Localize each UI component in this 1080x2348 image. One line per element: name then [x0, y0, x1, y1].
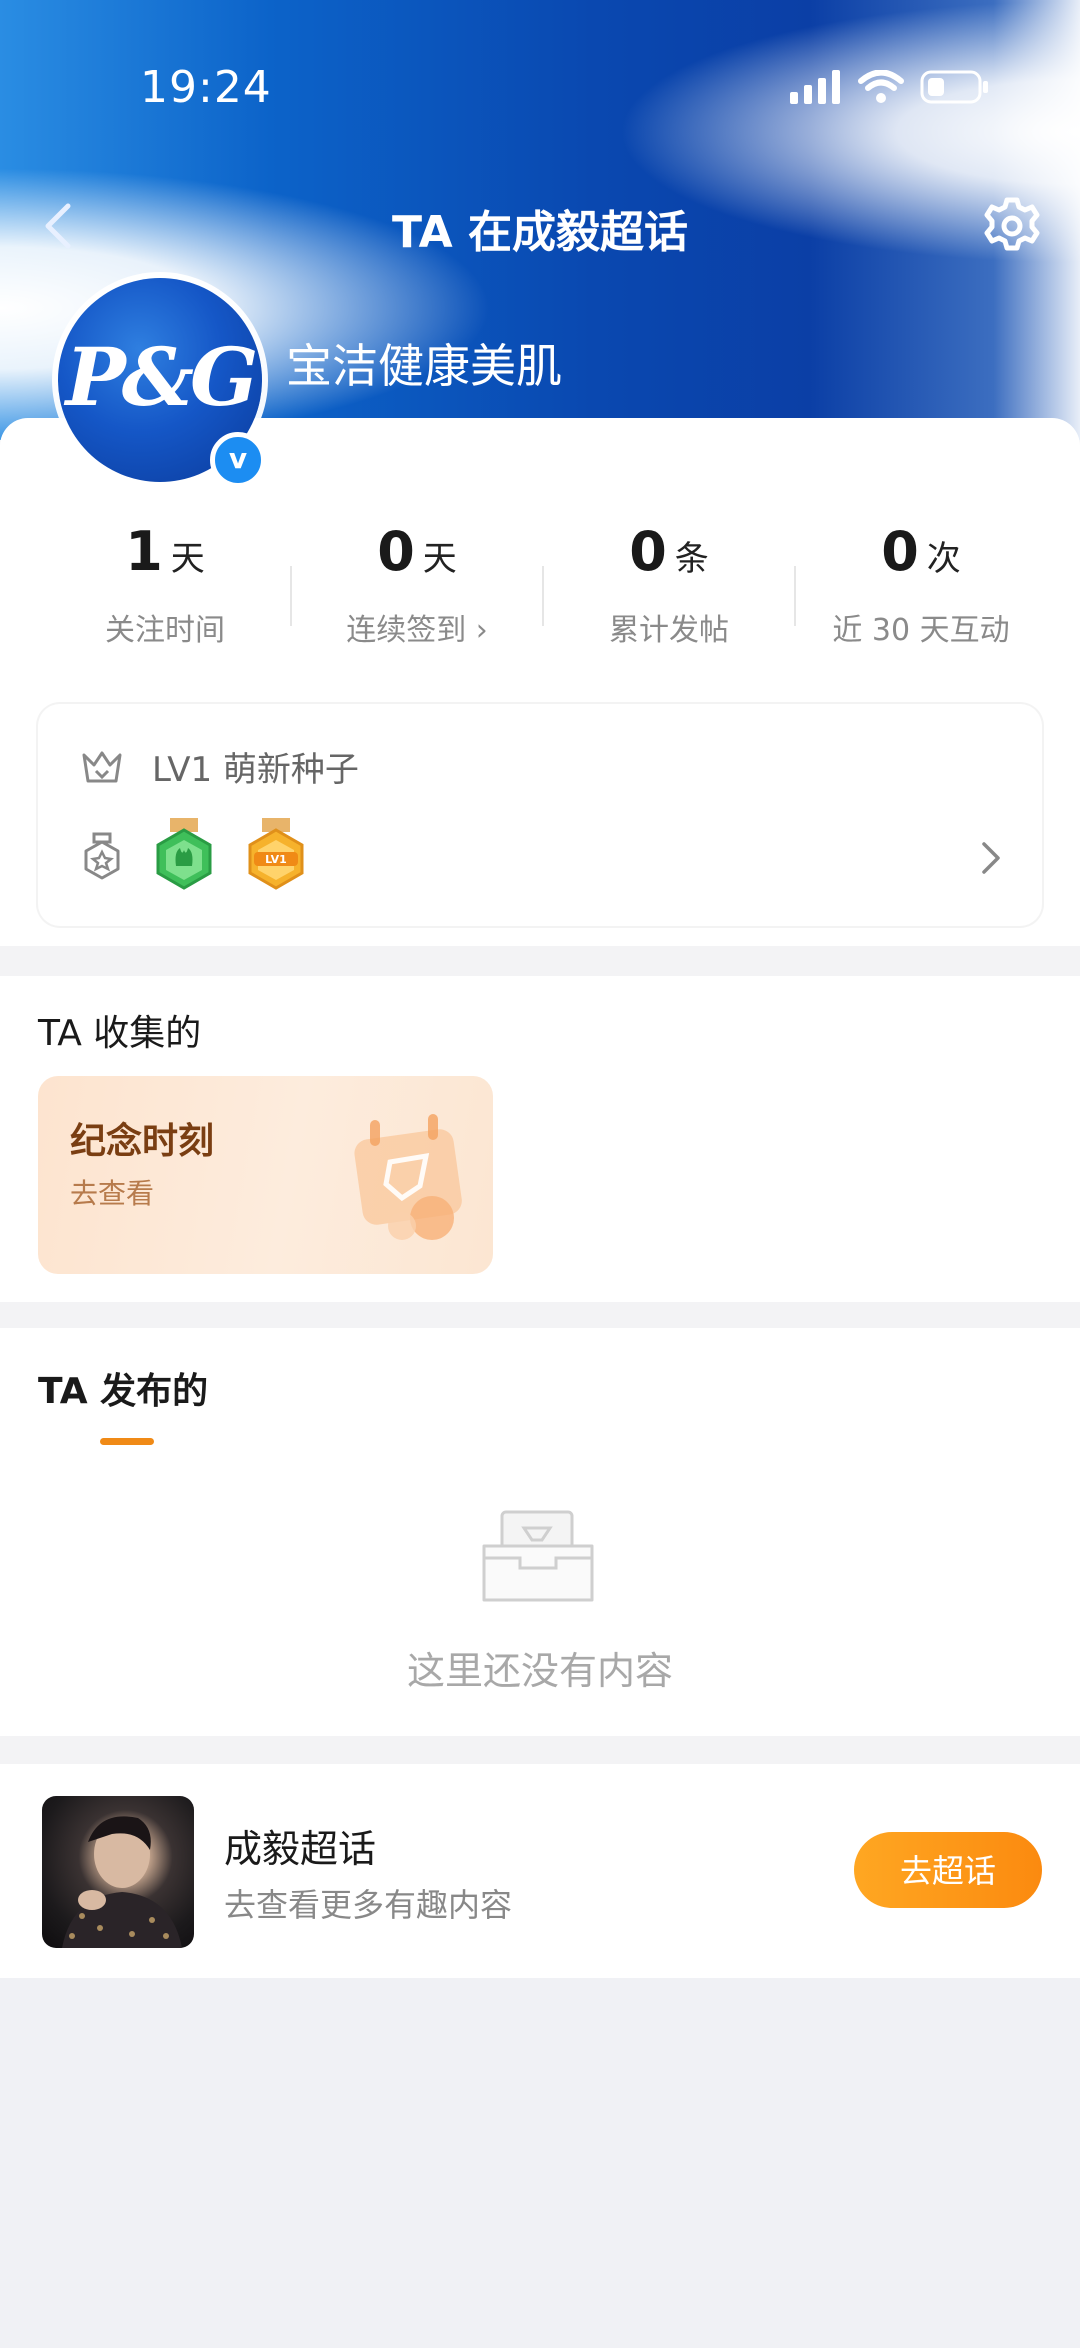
- gold-medal-text: LV1: [265, 853, 287, 866]
- medal-outline-icon: [84, 832, 120, 880]
- section-divider: [0, 1736, 1080, 1764]
- stat-label: 关注时间: [105, 613, 225, 648]
- stat-value: 0: [881, 520, 919, 583]
- stat-label: 近 30 天互动: [832, 613, 1010, 648]
- chevron-right-icon[interactable]: [978, 840, 1004, 876]
- empty-box-icon: [482, 1510, 594, 1602]
- level-row: LV1 萌新种子: [80, 742, 359, 791]
- stat-value: 1: [125, 520, 163, 583]
- memo-card-title: 纪念时刻: [70, 1121, 215, 1162]
- stat-unit: 次: [926, 539, 961, 579]
- stat-value: 0: [377, 520, 415, 583]
- tab-underline: [100, 1438, 154, 1445]
- section-divider: [0, 946, 1080, 976]
- stats-row: 1天 关注时间 0天 连续签到 › 0条 累计发帖 0次 近 30 天互动: [0, 520, 1080, 670]
- stat-unit: 天: [170, 539, 205, 579]
- medals-row: LV1: [80, 818, 308, 894]
- person-silhouette-icon: [62, 1816, 182, 1948]
- topic-name: 成毅超话: [224, 1827, 377, 1871]
- signal-icon: [790, 70, 840, 104]
- go-topic-button[interactable]: 去超话: [854, 1832, 1042, 1908]
- profile-name: 宝洁健康美肌: [286, 339, 562, 393]
- status-icons: [790, 62, 990, 112]
- stat-label: 连续签到 ›: [346, 613, 488, 648]
- stat-label: 累计发帖: [609, 613, 729, 648]
- gold-medal-icon: LV1: [248, 818, 304, 890]
- stat-value: 0: [629, 520, 667, 583]
- stat-posts: 0条 累计发帖: [544, 520, 794, 670]
- published-title[interactable]: TA 发布的: [38, 1362, 208, 1414]
- verified-badge-icon: v: [210, 432, 266, 488]
- empty-state-text: 这里还没有内容: [406, 1649, 673, 1693]
- stat-follow-time: 1天 关注时间: [40, 520, 290, 670]
- crown-icon: [82, 751, 122, 782]
- stat-checkin[interactable]: 0天 连续签到 ›: [292, 520, 542, 670]
- topic-subtitle: 去查看更多有趣内容: [224, 1886, 513, 1924]
- memo-card-subtitle: 去查看: [70, 1177, 155, 1210]
- topic-avatar[interactable]: [42, 1796, 194, 1948]
- stat-unit: 天: [422, 539, 457, 579]
- stat-interactions: 0次 近 30 天互动: [796, 520, 1046, 670]
- status-time: 19:24: [140, 62, 272, 113]
- battery-icon: [920, 70, 988, 104]
- level-text: LV1 萌新种子: [152, 750, 359, 790]
- calendar-illustration-icon: [354, 1114, 462, 1240]
- section-divider: [0, 1302, 1080, 1328]
- collected-title: TA 收集的: [38, 1013, 202, 1054]
- gear-icon[interactable]: [980, 194, 1044, 258]
- stat-unit: 条: [674, 539, 709, 579]
- logo-text: P&G: [65, 330, 259, 424]
- wifi-icon: [858, 70, 904, 103]
- page-title: TA 在成毅超话: [392, 207, 688, 258]
- green-medal-icon: [156, 818, 212, 890]
